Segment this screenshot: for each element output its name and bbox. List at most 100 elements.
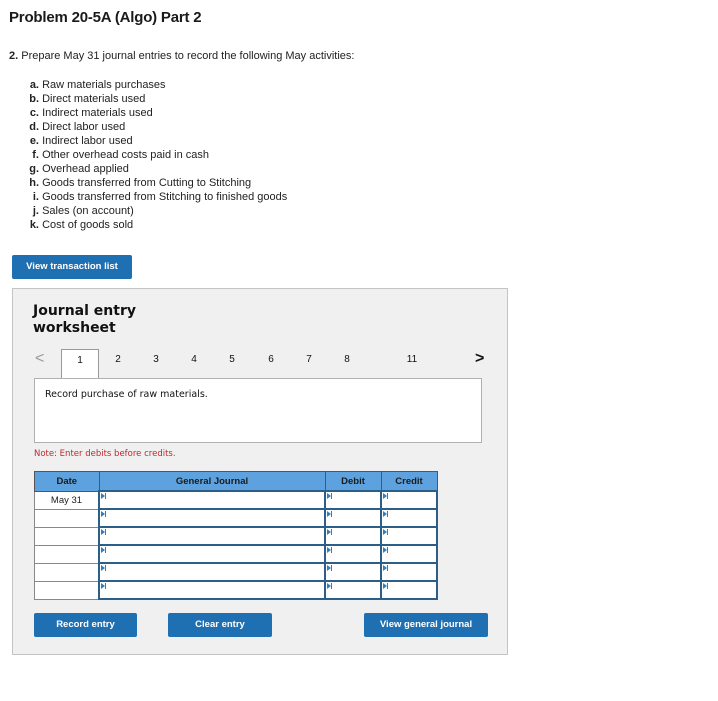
tab-1[interactable]: 1 [61,349,99,379]
activity-letter: d. [29,121,39,133]
journal-table: Date General Journal Debit Credit May 31 [34,471,438,600]
credit-input[interactable] [382,546,436,562]
activity-list: a. Raw materials purchases b. Direct mat… [24,78,287,232]
account-cell[interactable] [98,544,326,564]
tab-3[interactable]: 3 [144,349,168,379]
activity-text: Indirect labor used [42,135,133,147]
credit-input[interactable] [382,492,436,508]
tab-8[interactable]: 8 [335,349,359,379]
table-row [34,544,438,564]
debit-cell[interactable] [324,562,382,582]
tab-7[interactable]: 7 [297,349,321,379]
debit-input[interactable] [326,582,380,598]
credit-cell[interactable] [380,526,438,546]
debit-cell[interactable] [324,508,382,528]
activity-text: Indirect materials used [42,107,153,119]
activity-item: g. Overhead applied [24,162,287,176]
page-title: Problem 20-5A (Algo) Part 2 [9,9,202,26]
activity-letter: c. [29,107,39,119]
debit-input[interactable] [326,564,380,580]
activity-text: Other overhead costs paid in cash [42,149,209,161]
credit-cell[interactable] [380,562,438,582]
debit-cell[interactable] [324,580,382,600]
header-debit: Debit [324,471,382,492]
account-cell[interactable] [98,526,326,546]
input-marker-icon [383,547,388,553]
activity-text: Goods transferred from Cutting to Stitch… [42,177,252,189]
input-marker-icon [327,565,332,571]
entry-description: Record purchase of raw materials. [34,378,482,443]
clear-entry-button[interactable]: Clear entry [168,613,272,637]
credit-cell[interactable] [380,544,438,564]
credit-input[interactable] [382,582,436,598]
account-cell[interactable] [98,562,326,582]
view-general-journal-button[interactable]: View general journal [364,613,488,637]
chevron-left-icon[interactable]: < [35,349,44,369]
table-row: May 31 [34,490,438,510]
input-marker-icon [327,583,332,589]
input-marker-icon [327,547,332,553]
tab-4[interactable]: 4 [182,349,206,379]
input-marker-icon [383,583,388,589]
debit-credit-note: Note: Enter debits before credits. [34,449,176,459]
date-cell [34,544,100,564]
header-credit: Credit [380,471,438,492]
credit-input[interactable] [382,510,436,526]
table-row [34,562,438,582]
account-cell[interactable] [98,490,326,510]
tab-6[interactable]: 6 [259,349,283,379]
input-marker-icon [327,511,332,517]
activity-item: b. Direct materials used [24,92,287,106]
debit-cell[interactable] [324,526,382,546]
activity-item: i. Goods transferred from Stitching to f… [24,190,287,204]
table-header-row: Date General Journal Debit Credit [34,471,438,492]
input-marker-icon [101,511,106,517]
credit-input[interactable] [382,528,436,544]
journal-entry-worksheet: Journal entry worksheet < 1 2 3 4 5 6 7 … [12,288,508,655]
activity-item: d. Direct labor used [24,120,287,134]
account-input[interactable] [100,546,324,562]
input-marker-icon [327,493,332,499]
debit-cell[interactable] [324,490,382,510]
date-cell [34,580,100,600]
table-row [34,508,438,528]
debit-cell[interactable] [324,544,382,564]
activity-text: Direct labor used [42,121,126,133]
chevron-right-icon[interactable]: > [475,349,484,369]
worksheet-title-line1: Journal entry [33,303,136,319]
credit-input[interactable] [382,564,436,580]
activity-letter: k. [29,219,39,231]
header-date: Date [34,471,100,492]
input-marker-icon [383,529,388,535]
account-cell[interactable] [98,508,326,528]
input-marker-icon [101,529,106,535]
account-input[interactable] [100,510,324,526]
input-marker-icon [101,583,106,589]
tab-5[interactable]: 5 [220,349,244,379]
debit-input[interactable] [326,528,380,544]
account-input[interactable] [100,564,324,580]
activity-text: Overhead applied [42,163,129,175]
account-input[interactable] [100,528,324,544]
activity-letter: f. [32,149,39,161]
input-marker-icon [383,493,388,499]
debit-input[interactable] [326,546,380,562]
debit-input[interactable] [326,510,380,526]
entry-tabs: < 1 2 3 4 5 6 7 8 11 > [13,349,507,379]
tab-11[interactable]: 11 [400,349,424,379]
input-marker-icon [327,529,332,535]
debit-input[interactable] [326,492,380,508]
credit-cell[interactable] [380,490,438,510]
credit-cell[interactable] [380,580,438,600]
worksheet-title-line2: worksheet [33,320,116,336]
record-entry-button[interactable]: Record entry [34,613,137,637]
account-cell[interactable] [98,580,326,600]
account-input[interactable] [100,492,324,508]
date-cell [34,508,100,528]
table-row [34,580,438,600]
tab-2[interactable]: 2 [106,349,130,379]
account-input[interactable] [100,582,324,598]
view-transaction-list-button[interactable]: View transaction list [12,255,132,279]
credit-cell[interactable] [380,508,438,528]
input-marker-icon [101,547,106,553]
